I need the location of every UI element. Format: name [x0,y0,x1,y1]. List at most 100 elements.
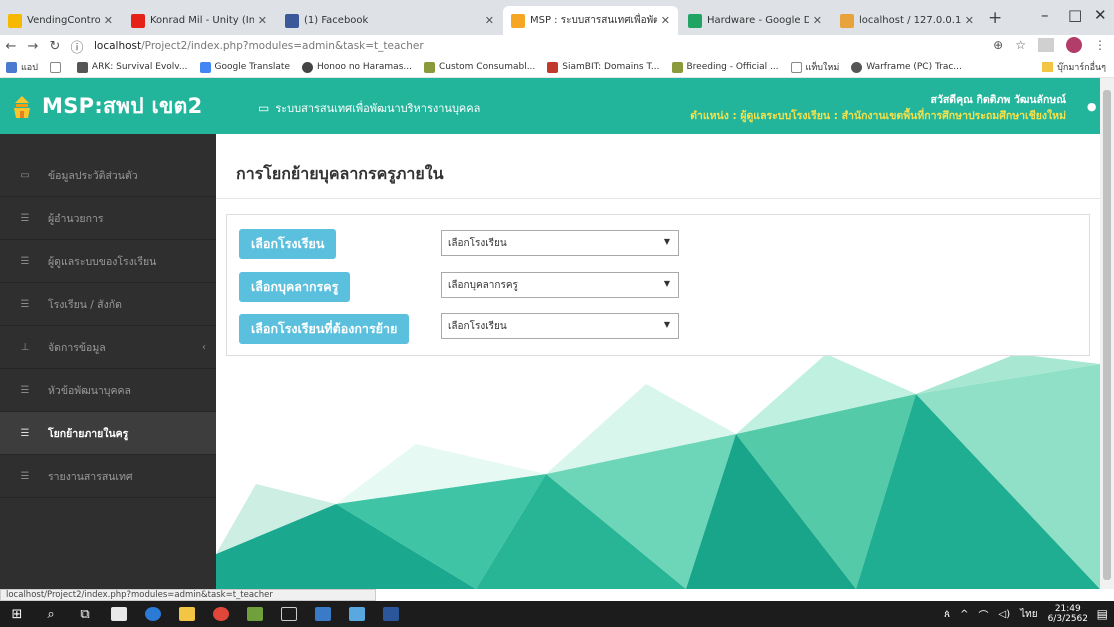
notification-icon[interactable]: ▤ [1097,607,1108,621]
transfer-form-panel: เลือกโรงเรียน เลือกโรงเรียน ▼ เลือกบุคลา… [226,214,1090,356]
monitor-icon: ▭ [258,101,270,115]
info-icon[interactable]: ⓘ [66,37,88,56]
close-icon[interactable]: ✕ [258,14,267,27]
sidebar-item-development-topics[interactable]: ☰ หัวข้อพัฒนาบุคคล [0,369,216,412]
browser-tab-active[interactable]: MSP : ระบบสารสนเทศเพื่อพัฒน ✕ [503,6,678,35]
msp-favicon-icon [511,13,525,28]
dropdown-arrow-icon: ▼ [663,279,670,288]
brand-name: MSP:สพป เขต2 [42,94,203,118]
browser-tab[interactable]: Konrad Mil - Unity (Insp ✕ [123,6,275,35]
translate-icon [199,61,211,73]
bookmark-label: ARK: Survival Evolv... [91,62,188,72]
tab-label: Konrad Mil - Unity (Insp [150,15,254,26]
sidebar-item-profile[interactable]: ▭ ข้อมูลประวัติส่วนตัว [0,154,216,197]
close-icon[interactable]: ✕ [661,14,670,27]
word-icon[interactable] [374,601,408,627]
bookmark-label: แท็บใหม่ [805,63,840,73]
close-icon[interactable]: ✕ [965,14,974,27]
windows-taskbar: ⊞ ⌕ ⧉ ጰ ^ ⌒ ◁) ไทย 21:49 6/3/2562 ▤ [0,601,1114,627]
select-school-button[interactable]: เลือกโรงเรียน [239,229,337,259]
teacher-select-value: เลือกบุคลากรครู [448,279,518,291]
browser-tab[interactable]: (1) Facebook ✕ [277,6,502,35]
bookmark-item[interactable]: Google Translate [199,61,290,73]
browser-tab[interactable]: localhost / 127.0.0.1 / projec ✕ [832,6,982,35]
sidebar-item-label: หัวข้อพัฒนาบุคคล [48,384,131,397]
close-icon[interactable]: ✕ [813,14,822,27]
destination-school-select[interactable]: เลือกโรงเรียน ▼ [441,313,679,339]
window-close-icon[interactable]: ✕ [1094,6,1107,24]
app-icon[interactable] [238,601,272,627]
people-icon[interactable]: ጰ [944,609,950,620]
sidebar-item-director[interactable]: ☰ ผู้อำนวยการ [0,197,216,240]
tab-label: Hardware - Google Drive [707,15,809,26]
network-icon[interactable]: ⌒ [979,607,989,622]
other-bookmarks[interactable]: บุ๊กมาร์กอื่นๆ [1042,60,1106,74]
sidebar-item-data-management[interactable]: ⊥ จัดการข้อมูล ‹ [0,326,216,369]
page-icon [790,61,802,73]
school-select-value: เลือกโรงเรียน [448,237,507,249]
sidebar-item-teacher-transfer[interactable]: ☰ โยกย้ายภายในครู [0,412,216,455]
sidebar-item-school-admin[interactable]: ☰ ผู้ดูแลระบบของโรงเรียน [0,240,216,283]
tab-label: localhost / 127.0.0.1 / projec [859,15,961,26]
site-icon [547,61,559,73]
url-field[interactable]: localhost/Project2/index.php?modules=adm… [94,40,424,52]
window-icon[interactable] [272,601,306,627]
clock[interactable]: 21:49 6/3/2562 [1048,604,1088,624]
minimize-icon[interactable]: – [1041,6,1049,24]
steam-icon[interactable] [306,601,340,627]
menu-icon[interactable]: ⋮ [1094,38,1106,52]
select-teacher-button[interactable]: เลือกบุคลากรครู [239,272,351,302]
bookmark-item[interactable]: แท็บใหม่ [790,60,840,74]
list-icon: ☰ [20,470,30,482]
new-tab-button[interactable]: + [988,8,1002,28]
close-icon[interactable]: ✕ [485,14,494,27]
scroll-thumb[interactable] [1103,90,1111,580]
sidebar-item-school[interactable]: ☰ โรงเรียน / สังกัด [0,283,216,326]
reload-icon[interactable]: ↻ [44,39,66,54]
site-icon [851,61,863,73]
bookmark-label: Breeding - Official ... [686,62,779,72]
file-explorer-icon[interactable] [170,601,204,627]
edge-icon[interactable] [136,601,170,627]
bookmark-item[interactable]: ARK: Survival Evolv... [76,61,188,73]
sidebar-item-reports[interactable]: ☰ รายงานสารสนเทศ [0,455,216,498]
search-icon[interactable]: ⌕ [34,601,68,627]
user-role: ตำแหน่ง : ผู้ดูแลระบบโรงเรียน : สำนักงาน… [690,110,1066,122]
back-icon[interactable]: ← [0,39,22,54]
windows-start-icon[interactable]: ⊞ [0,601,34,627]
brand-logo[interactable]: MSP:สพป เขต2 [12,90,203,123]
school-select[interactable]: เลือกโรงเรียน ▼ [441,230,679,256]
app-icon[interactable] [340,601,374,627]
bookmark-item[interactable]: Custom Consumabl... [423,61,535,73]
bookmark-apps[interactable]: แอป [6,60,38,74]
bookmark-item[interactable]: Honoo no Haramas... [301,61,412,73]
bookmark-item[interactable]: Warframe (PC) Trac... [851,61,962,73]
browser-tab[interactable]: Hardware - Google Drive ✕ [680,6,830,35]
browser-tab[interactable]: VendingControl - Google Dri ✕ [0,6,121,35]
maximize-icon[interactable]: □ [1068,6,1082,24]
bookmark-item[interactable]: Breeding - Official ... [671,61,779,73]
divider [216,198,1100,199]
page-scrollbar[interactable] [1100,78,1114,589]
bookmark-label: Honoo no Haramas... [316,62,412,72]
volume-icon[interactable]: ◁) [999,609,1011,620]
sidebar: ▭ ข้อมูลประวัติส่วนตัว ☰ ผู้อำนวยการ ☰ ผ… [0,134,216,589]
close-icon[interactable]: ✕ [104,14,113,27]
chevron-up-icon[interactable]: ^ [960,609,968,620]
teacher-select[interactable]: เลือกบุคลากรครู ▼ [441,272,679,298]
profile-avatar[interactable] [1066,37,1082,53]
store-icon[interactable] [102,601,136,627]
select-destination-school-button[interactable]: เลือกโรงเรียนที่ต้องการย้าย [239,314,410,344]
zoom-icon[interactable]: ⊕ [993,38,1003,52]
task-view-icon[interactable]: ⧉ [68,601,102,627]
chrome-icon[interactable] [204,601,238,627]
monitor-icon: ▭ [20,169,30,181]
extension-icon[interactable] [1038,38,1054,52]
star-icon[interactable]: ☆ [1015,38,1026,52]
bookmark-item[interactable] [49,61,65,73]
forward-icon[interactable]: → [22,39,44,54]
sidebar-item-label: ผู้อำนวยการ [48,212,104,225]
ime-indicator[interactable]: ไทย [1020,607,1037,622]
list-icon: ☰ [20,212,30,224]
bookmark-item[interactable]: SiamBIT: Domains T... [547,61,660,73]
